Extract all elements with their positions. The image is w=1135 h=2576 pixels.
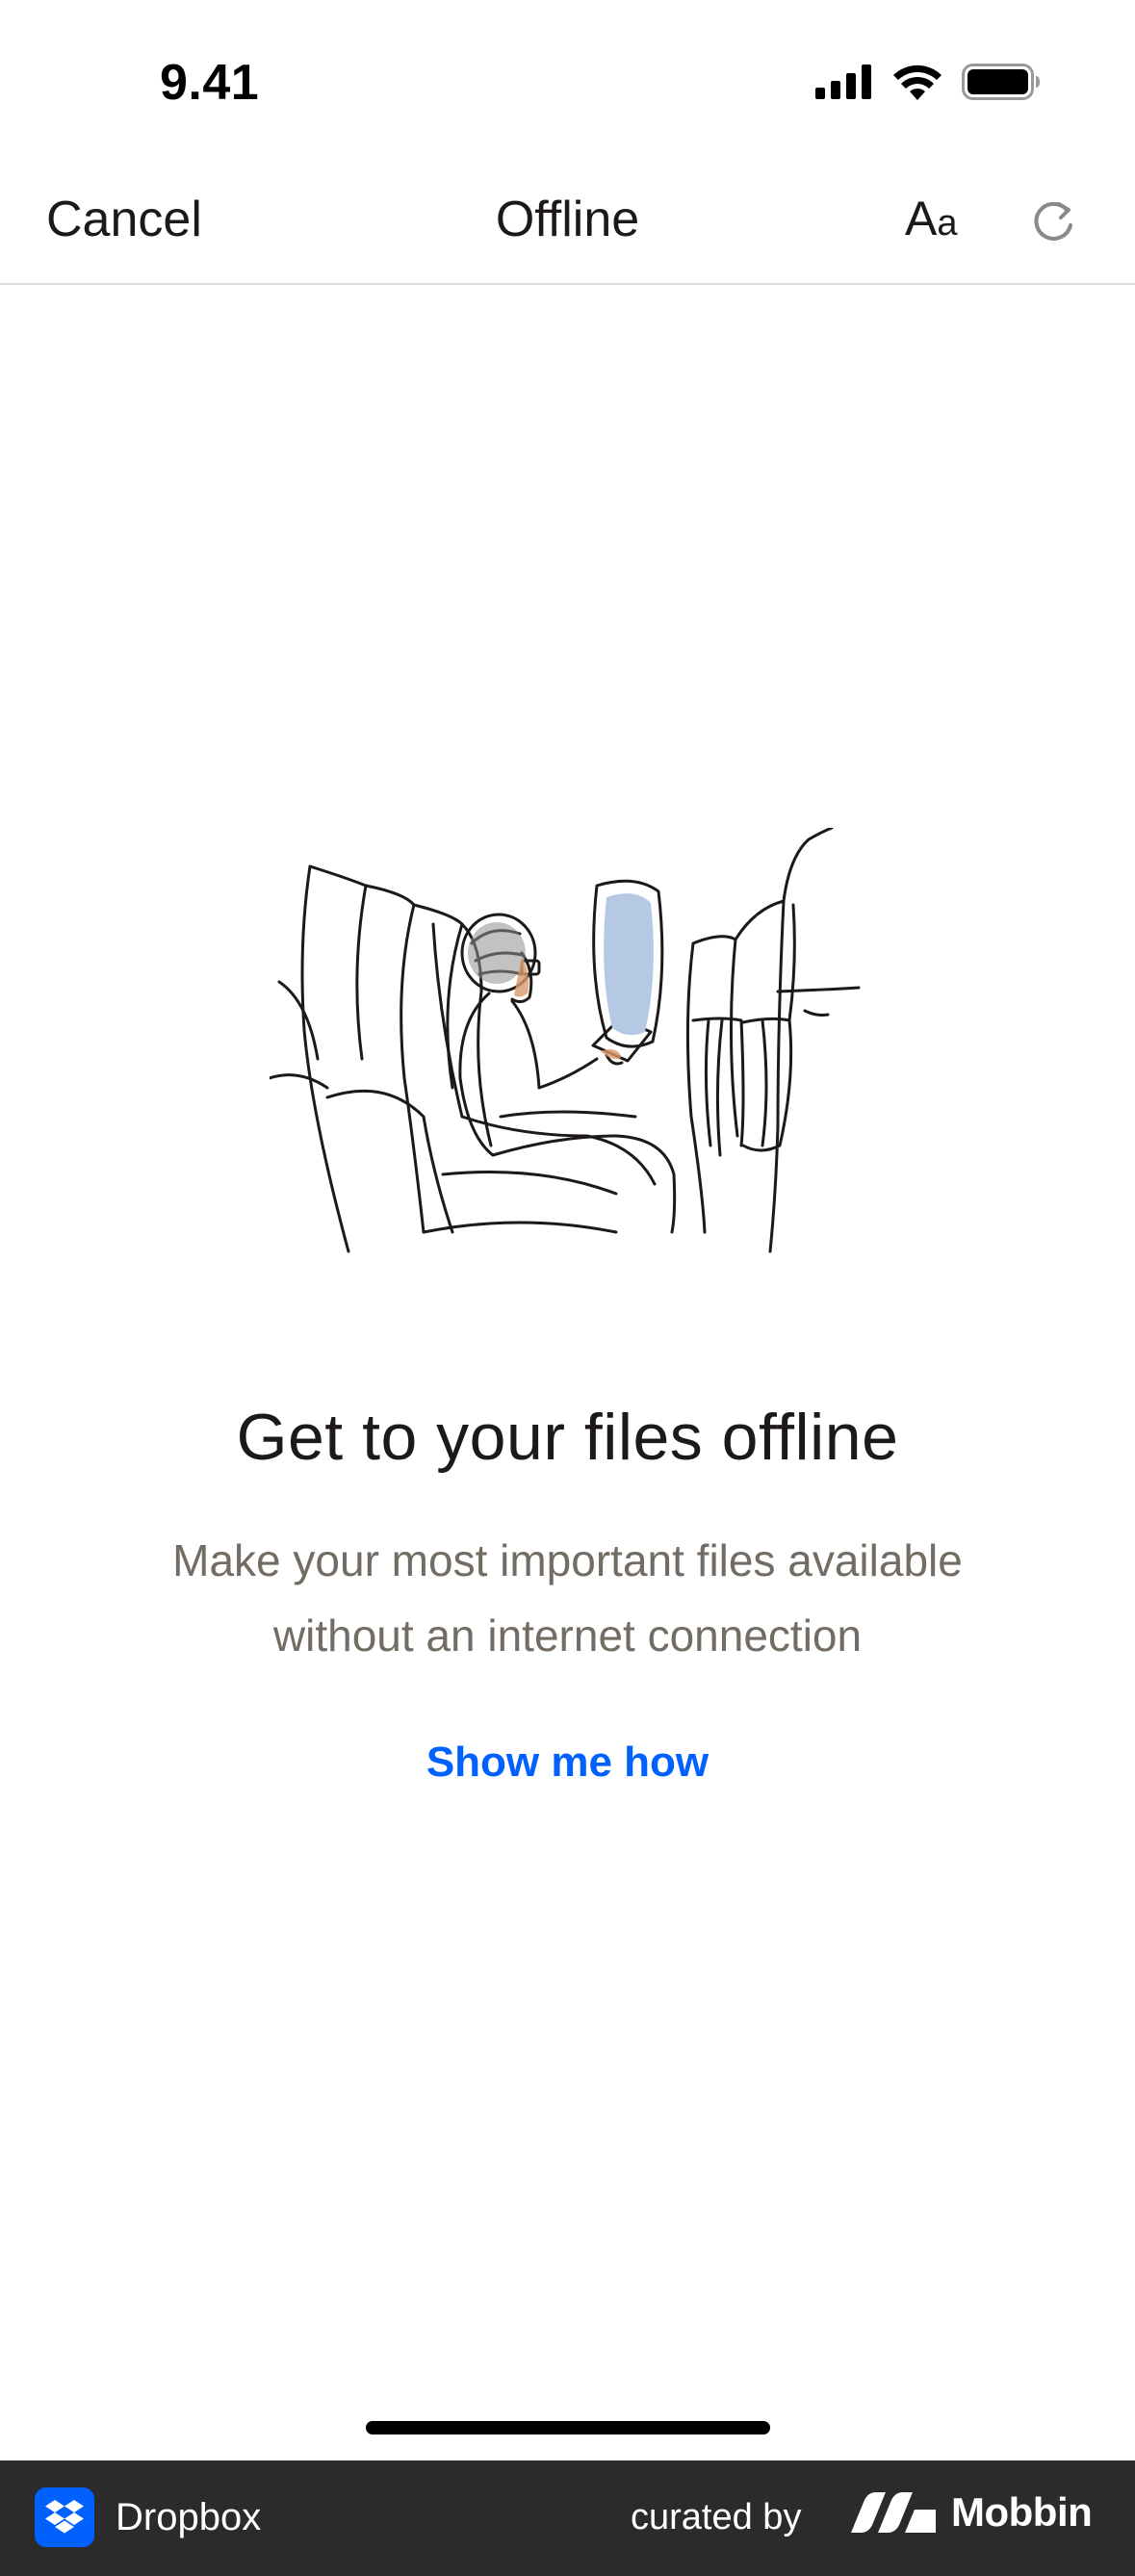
- footer-bar: Dropbox curated by Mobbin: [0, 2460, 1135, 2576]
- footer-brand: Dropbox: [35, 2487, 261, 2547]
- cellular-signal-icon: [815, 64, 871, 99]
- footer-brand-name: Dropbox: [116, 2495, 262, 2538]
- text-size-small-a: a: [937, 203, 958, 244]
- empty-state-subtitle: Make your most important files available…: [96, 1523, 1039, 1673]
- status-time: 9.41: [160, 55, 260, 111]
- airplane-illustration: [268, 826, 866, 1271]
- dropbox-logo-icon: [35, 2487, 94, 2547]
- show-me-how-link[interactable]: Show me how: [0, 1739, 1135, 1787]
- home-indicator[interactable]: [366, 2421, 770, 2434]
- refresh-icon: [1034, 201, 1072, 241]
- empty-state-subtitle-line2: without an internet connection: [272, 1610, 863, 1661]
- footer-curated-by: curated by: [631, 2497, 802, 2537]
- status-bar: 9.41: [0, 0, 1135, 164]
- footer-mobbin-name: Mobbin: [951, 2489, 1093, 2535]
- cancel-button[interactable]: Cancel: [46, 191, 202, 248]
- person-on-airplane-icon: [268, 826, 861, 1253]
- text-size-big-a: A: [905, 192, 938, 245]
- mobbin-logo-icon: [851, 2492, 936, 2533]
- battery-icon: [962, 64, 1040, 100]
- nav-bar: Cancel Offline Aa: [0, 164, 1135, 285]
- empty-state-subtitle-line1: Make your most important files available: [172, 1535, 963, 1585]
- footer-mobbin: Mobbin: [851, 2489, 1093, 2536]
- wifi-icon: [893, 64, 942, 100]
- refresh-button[interactable]: [1028, 196, 1078, 246]
- empty-state-title: Get to your files offline: [236, 1401, 899, 1474]
- text-size-button[interactable]: Aa: [905, 191, 958, 246]
- status-icons: [815, 64, 1041, 100]
